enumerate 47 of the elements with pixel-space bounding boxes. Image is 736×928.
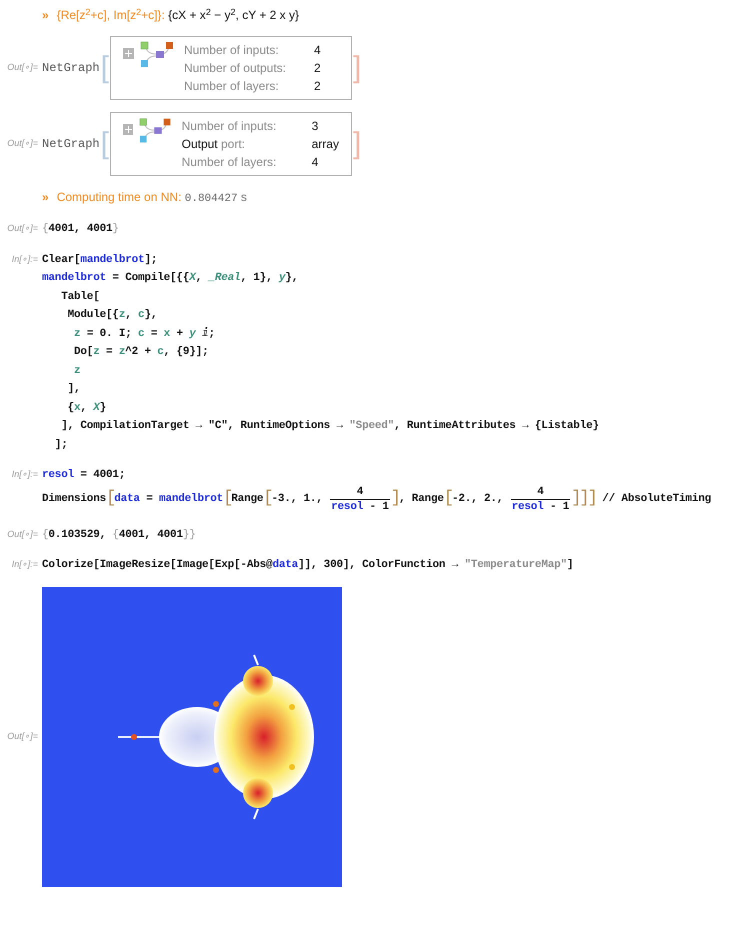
code-line: ], xyxy=(66,382,82,397)
netgraph-head: NetGraph xyxy=(42,60,100,77)
cell-label: In[∘]:= xyxy=(12,468,38,481)
code-line: Colorize[ImageResize[Image[Exp[-Abs@data]], 300], ColorFunction → "TemperatureMap"] xyxy=(42,558,574,573)
cell-label: Out[∘]= xyxy=(7,222,38,235)
property-value: 2 xyxy=(314,60,321,77)
cell-label: Out[∘]= xyxy=(7,730,38,743)
property-label: Output port: xyxy=(182,136,246,153)
code-line: {0.103529, {4001, 4001}} xyxy=(42,528,196,542)
property-label: Number of inputs: xyxy=(182,118,278,135)
cell-label: Out[∘]= xyxy=(7,61,38,74)
cell-label: Out[∘]= xyxy=(7,137,38,150)
cell-label: In[∘]:= xyxy=(12,558,38,571)
code-line: Do[z = z^2 + c, {9}]; xyxy=(73,345,210,360)
expand-icon[interactable] xyxy=(122,48,134,59)
code-line: z = 0. I; c = x + y ⅈ; xyxy=(73,326,216,342)
property-value: 4 xyxy=(312,154,320,171)
property-value: 3 xyxy=(312,118,320,135)
property-value: 2 xyxy=(314,78,321,95)
code-line: {4001, 4001} xyxy=(42,222,119,237)
print-marker: » xyxy=(42,189,49,206)
code-line: Clear[mandelbrot]; xyxy=(42,252,158,268)
print-output: Computing time on NN: 0.804427 s xyxy=(56,189,247,207)
cell-label: In[∘]:= xyxy=(12,252,38,266)
close-bracket: ] xyxy=(352,53,362,83)
property-value: array xyxy=(312,136,339,153)
property-label: Number of layers: xyxy=(182,154,278,171)
open-bracket: [ xyxy=(100,129,109,159)
expand-icon[interactable] xyxy=(122,124,134,135)
code-line: ], CompilationTarget → "C", RuntimeOptions → "Speed", RuntimeAttributes → {Listable} xyxy=(60,419,599,434)
property-label: Number of outputs: xyxy=(184,60,288,77)
code-line: {x, X} xyxy=(66,400,108,416)
netgraph-head: NetGraph xyxy=(42,136,100,153)
open-bracket: [ xyxy=(100,53,109,83)
property-value: 4 xyxy=(314,42,321,59)
property-label: Number of inputs: xyxy=(184,42,280,59)
property-label: Number of layers: xyxy=(184,78,280,95)
print-output: {Re[z$^{2}$+c], Im[z$^{2}$+c]}: {cX + x$^{2}$ − y$^{2}$, cY + 2 x y} xyxy=(56,6,300,24)
code-line: Table[ xyxy=(60,290,101,304)
cell-label: Out[∘]= xyxy=(7,528,38,541)
code-line: ]; xyxy=(54,438,69,452)
code-line: Module[{z, c}, xyxy=(66,308,158,323)
code-line: resol = 4001; xyxy=(42,468,126,483)
code-line: z xyxy=(73,364,82,378)
code-line: mandelbrot = Compile[{{X, _Real, 1}, y}, xyxy=(42,271,300,286)
close-bracket: ] xyxy=(352,129,362,159)
print-marker: » xyxy=(42,7,49,24)
